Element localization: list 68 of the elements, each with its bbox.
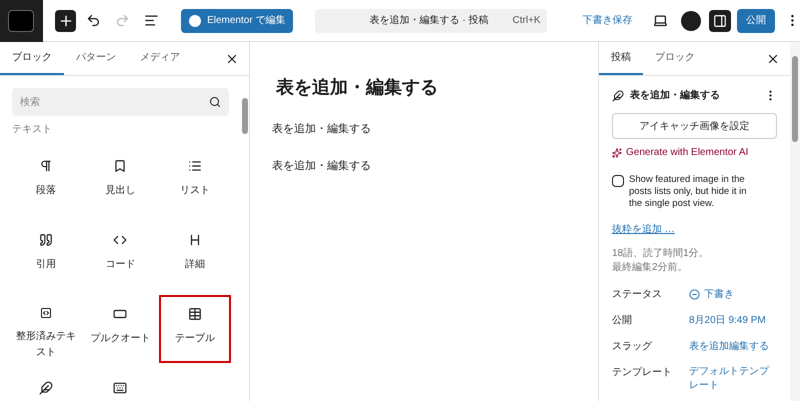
pilcrow-icon bbox=[39, 159, 54, 173]
excerpt-link[interactable]: 抜粋を追加 … bbox=[612, 222, 777, 237]
block-item[interactable]: リスト bbox=[160, 149, 229, 213]
field-label: スラッグ bbox=[612, 340, 653, 354]
square-icon bbox=[39, 307, 54, 319]
search-field[interactable]: 検索 bbox=[12, 88, 229, 116]
paragraph-text[interactable]: 表を追加・編集する bbox=[272, 121, 598, 138]
field-label: 公開 bbox=[612, 314, 633, 328]
checkbox-label: Show featured image in the posts lists only, but hide it in the single post view. bbox=[629, 174, 748, 210]
elementor-icon bbox=[189, 14, 202, 26]
inserter-tab[interactable]: メディア bbox=[128, 42, 192, 75]
block-item[interactable]: コード bbox=[86, 223, 155, 287]
field-value-link[interactable]: 下書き bbox=[689, 287, 734, 302]
field-label: テンプレート bbox=[612, 366, 673, 380]
block-item[interactable]: プルクオート bbox=[86, 297, 155, 361]
block-item[interactable]: 詳細 bbox=[160, 223, 229, 287]
post-title[interactable]: 表を追加・編集する bbox=[276, 74, 598, 101]
command-bar-title: 表を追加・編集する · 投稿 bbox=[370, 14, 489, 28]
plus-icon bbox=[58, 12, 74, 28]
field-value-link[interactable]: 表を追加編集する bbox=[689, 339, 769, 354]
quote-icon bbox=[39, 233, 54, 247]
logo-icon bbox=[8, 10, 34, 32]
settings-tab[interactable]: ブロック bbox=[643, 42, 707, 75]
command-bar[interactable]: 表を追加・編集する · 投稿 Ctrl+K bbox=[315, 8, 547, 32]
block-item[interactable]: 引用 bbox=[12, 223, 80, 287]
status-icon bbox=[689, 289, 700, 300]
paragraph-text[interactable]: 表を追加・編集する bbox=[272, 158, 598, 174]
ai-link[interactable]: Generate with Elementor AI bbox=[626, 145, 748, 160]
sparkle-icon bbox=[612, 148, 622, 158]
checkbox[interactable] bbox=[612, 175, 624, 187]
inserter-tab[interactable]: ブロック bbox=[0, 42, 64, 75]
scrollbar-thumb[interactable] bbox=[792, 56, 798, 142]
block-item[interactable]: 見出し bbox=[86, 149, 155, 213]
shortcut-label: Ctrl+K bbox=[512, 14, 541, 28]
settings-tab[interactable]: 投稿 bbox=[599, 42, 643, 75]
category-heading: テキスト bbox=[12, 123, 53, 137]
save-draft-button[interactable]: 下書き保存 bbox=[582, 13, 633, 28]
elementor-button[interactable]: Elementor で編集 bbox=[181, 8, 294, 32]
search-icon bbox=[209, 96, 221, 108]
feather-icon bbox=[39, 381, 54, 395]
rectangle-icon bbox=[113, 307, 128, 321]
keyboard-icon bbox=[113, 381, 128, 395]
preview-icon[interactable] bbox=[652, 13, 668, 28]
feather-icon bbox=[612, 90, 624, 102]
undo-icon[interactable] bbox=[86, 13, 102, 28]
post-stats-text: 最終編集2分前。 bbox=[612, 261, 689, 275]
post-stats-text: 18語、読了時間1分。 bbox=[612, 247, 710, 261]
sidebar-icon bbox=[713, 14, 728, 28]
add-block-button[interactable] bbox=[54, 10, 76, 32]
block-item[interactable]: 段落 bbox=[12, 149, 80, 213]
block-item[interactable]: テーブル bbox=[160, 297, 229, 361]
code-icon bbox=[113, 233, 128, 247]
publish-button[interactable]: 公開 bbox=[737, 8, 776, 32]
list-view-icon[interactable] bbox=[144, 13, 160, 28]
field-value-link[interactable]: 8月20日 9:49 PM bbox=[689, 313, 766, 328]
settings-toggle-button[interactable] bbox=[709, 10, 732, 32]
field-value-link[interactable]: デフォルトテンプレート bbox=[689, 365, 777, 393]
block-item[interactable]: 整形済みテキスト bbox=[12, 297, 80, 361]
post-title-label: 表を追加・編集する bbox=[630, 88, 721, 103]
field-label: ステータス bbox=[612, 288, 663, 302]
featured-image-button[interactable]: アイキャッチ画像を設定 bbox=[612, 113, 777, 139]
table-icon bbox=[188, 307, 202, 321]
scrollbar-thumb[interactable] bbox=[242, 98, 248, 134]
bookmark-icon bbox=[113, 159, 128, 173]
inserter-tab[interactable]: パターン bbox=[64, 42, 128, 75]
avatar-icon[interactable] bbox=[681, 10, 702, 30]
site-logo[interactable] bbox=[0, 0, 43, 42]
list-icon bbox=[188, 159, 202, 173]
